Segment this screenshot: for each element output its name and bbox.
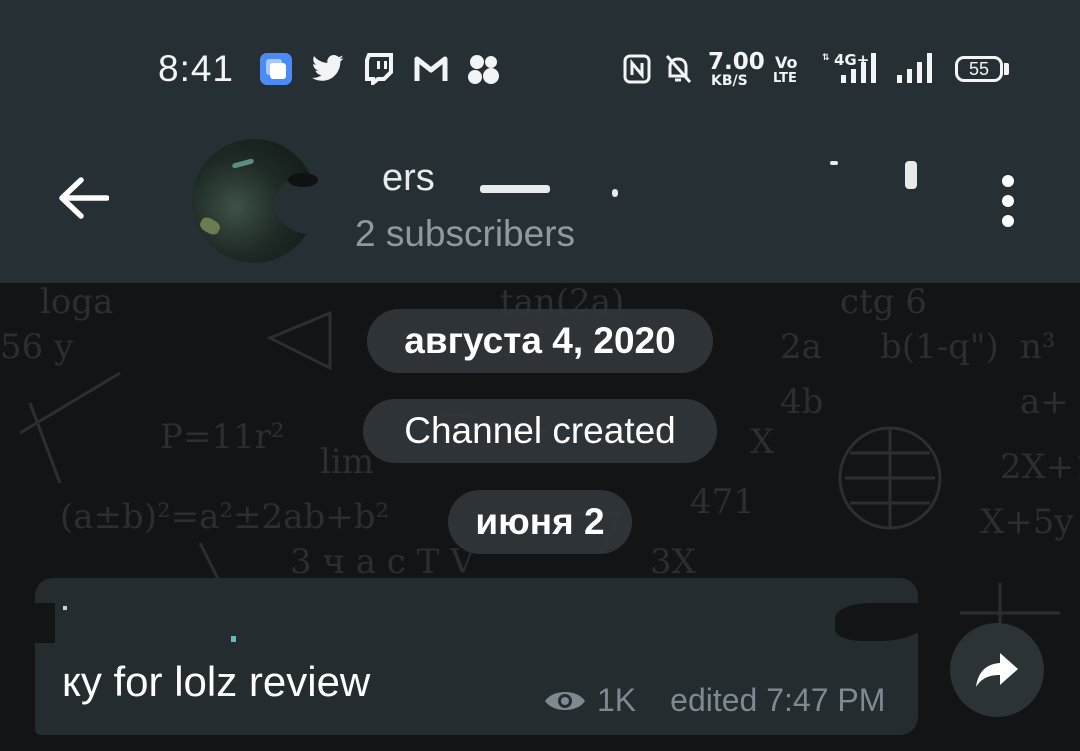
signal-icon-2 <box>892 48 938 86</box>
nfc-icon <box>622 52 652 86</box>
date-separator: августа 4, 2020 <box>367 309 713 373</box>
arrow-left-icon <box>59 177 109 219</box>
menu-dot <box>1002 215 1014 227</box>
battery-level: 55 <box>968 58 990 79</box>
net-speed-value: 7.00 <box>708 49 765 75</box>
twitter-icon <box>310 52 346 86</box>
signal-icon <box>836 48 882 86</box>
redaction-mark <box>612 189 618 197</box>
svg-text:n³: n³ <box>1020 327 1056 367</box>
svg-text:a+: a+ <box>1020 382 1069 422</box>
channel-post[interactable]: ку for lolz review 1K edited 7:47 PM <box>35 578 918 735</box>
svg-text:P=11r²: P=11r² <box>160 417 285 457</box>
service-message: Channel created <box>363 399 717 463</box>
redaction-mark <box>905 161 917 189</box>
eye-icon <box>545 691 585 710</box>
svg-text:b(1-q"): b(1-q") <box>880 327 999 367</box>
status-bar: 8:41 7.00 KB/S Vo LTE ⇅ 4G+ 55 <box>0 0 1080 135</box>
team-icon <box>464 52 502 86</box>
status-time: 8:41 <box>158 48 235 89</box>
twitch-icon <box>362 52 396 86</box>
date-separator: июня 2 <box>448 490 632 554</box>
svg-text:3 ч а с T V: 3 ч а с T V <box>290 542 476 582</box>
post-meta: 1K edited 7:47 PM <box>543 682 885 719</box>
svg-text:3X: 3X <box>650 542 697 582</box>
svg-text:4b: 4b <box>780 382 823 422</box>
date-separator-text: июня 2 <box>475 501 605 542</box>
app-switch-icon <box>258 52 294 86</box>
volte-bottom: LTE <box>773 71 797 86</box>
edited-time: edited 7:47 PM <box>670 682 886 718</box>
volte-top: Vo <box>775 53 798 72</box>
post-text: ку for lolz review <box>62 658 371 705</box>
svg-text:471: 471 <box>690 482 755 522</box>
redaction-mark <box>288 173 318 187</box>
battery-nub <box>1004 63 1009 75</box>
subscriber-count: 2 subscribers <box>355 213 576 254</box>
view-count: 1K <box>597 682 637 718</box>
battery-icon: 55 <box>955 56 1003 82</box>
svg-text:ctg 6: ctg 6 <box>840 283 927 322</box>
redaction-mark <box>35 603 55 643</box>
service-message-text: Channel created <box>404 410 676 451</box>
net-speed-unit: KB/S <box>711 73 748 89</box>
redaction-mark <box>835 603 918 641</box>
svg-text:(a±b)²=a²±2ab+b²: (a±b)²=a²±2ab+b² <box>60 497 389 537</box>
channel-avatar[interactable] <box>192 139 316 263</box>
more-vertical-icon[interactable] <box>990 175 1026 227</box>
avatar-glint <box>231 158 255 169</box>
share-button[interactable] <box>950 623 1044 717</box>
menu-dot <box>1002 195 1014 207</box>
svg-text:2X+13: 2X+13 <box>1000 447 1080 487</box>
gmail-icon <box>412 52 450 86</box>
date-separator-text: августа 4, 2020 <box>404 320 676 361</box>
share-arrow-icon <box>976 653 1018 687</box>
svg-text:56 y: 56 y <box>0 327 74 367</box>
svg-text:loga: loga <box>40 283 113 322</box>
chat-header[interactable]: ers 2 subscribers <box>0 135 1080 283</box>
channel-title[interactable]: ers <box>382 157 435 200</box>
svg-text:X+5y: X+5y <box>980 502 1074 542</box>
redaction-mark <box>480 185 550 193</box>
chat-area[interactable]: loga 56 y P=11r² lim (a±b)²=a²±2ab+b² 3 … <box>0 283 1080 751</box>
back-button[interactable] <box>50 165 116 231</box>
svg-text:X: X <box>750 422 775 462</box>
svg-text:lim: lim <box>320 442 374 482</box>
redaction-mark <box>830 161 838 165</box>
avatar-detail <box>197 214 223 238</box>
menu-dot <box>1002 175 1014 187</box>
redaction-mark <box>231 636 236 642</box>
redaction-mark <box>63 606 67 610</box>
updown-icon: ⇅ <box>822 53 830 63</box>
bell-off-icon <box>662 52 694 86</box>
svg-text:2a: 2a <box>780 327 822 367</box>
